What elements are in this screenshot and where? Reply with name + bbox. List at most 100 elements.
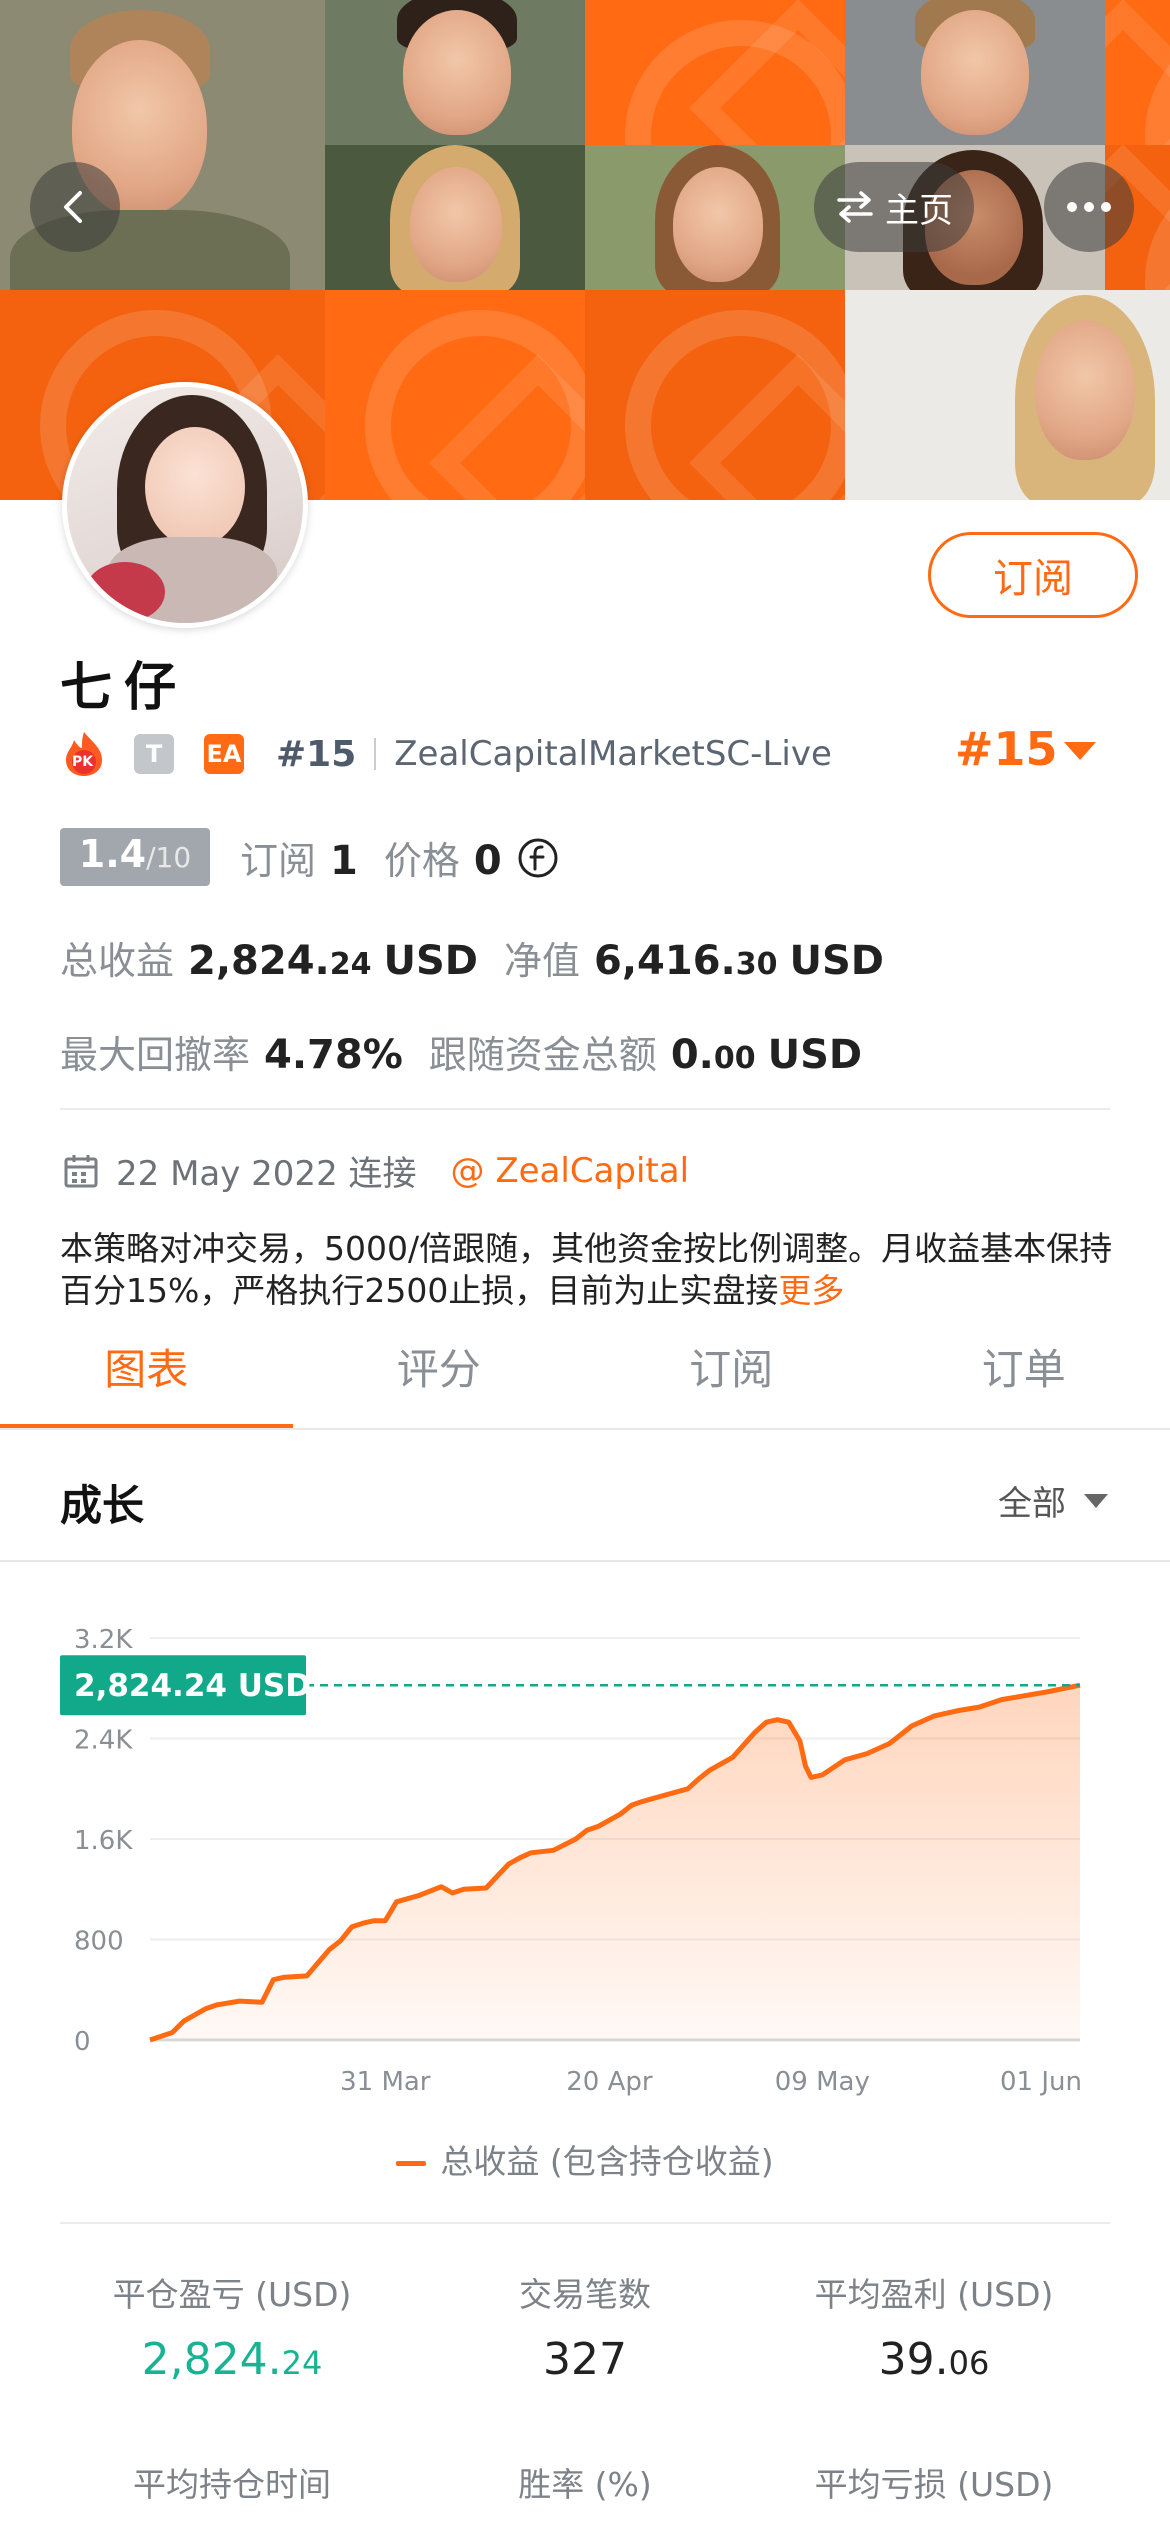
back-button[interactable]: [30, 162, 120, 252]
subscribers-count: 1: [330, 838, 358, 884]
banner-photo-woman-smiling: [845, 290, 1170, 500]
subscribe-button[interactable]: 订阅: [928, 532, 1138, 618]
growth-chart[interactable]: 0 800 1.6K 2.4K 3.2K 31 Mar 20 Apr 09 May 01 Ju…: [0, 1570, 1170, 2110]
provider-link[interactable]: @ ZealCapital: [451, 1151, 690, 1191]
risk-stats: 最大回撤率 4.78% 跟随资金总额 0. 00 USD: [60, 1024, 888, 1079]
metric-value: 2,824.24: [141, 2334, 323, 2385]
legend-label: 总收益 (包含持仓收益): [440, 2142, 774, 2181]
divider: [374, 738, 377, 770]
metric-label: 胜率 (%): [518, 2465, 652, 2504]
divider: [60, 1108, 1110, 1110]
more-button[interactable]: [1044, 162, 1134, 252]
avatar[interactable]: [62, 382, 308, 628]
metric-trade-count: 交易笔数 327: [415, 2268, 755, 2385]
y-tick-label: 3.2K: [74, 1625, 133, 1655]
divider: [60, 2222, 1110, 2224]
x-axis: 31 Mar 20 Apr 09 May 01 Jun: [340, 2067, 1082, 2097]
y-tick-label: 2.4K: [74, 1726, 133, 1756]
range-select-value: 全部: [998, 1484, 1066, 1524]
follow-funds-currency: USD: [767, 1032, 863, 1078]
badge-row: PK T EA #15 ZealCapitalMarketSC-Live: [62, 726, 832, 782]
banner-photo-woman-blonde: [325, 145, 585, 290]
ea-badge: EA: [204, 734, 244, 774]
equity-int: 6,416.: [594, 938, 736, 984]
metric-avg-hold-time: 平均持仓时间: [62, 2458, 402, 2506]
metric-label: 平仓盈亏 (USD): [112, 2275, 352, 2314]
server-name: ZealCapitalMarketSC-Live: [394, 734, 832, 774]
equity-label: 净值: [503, 939, 580, 983]
more-link[interactable]: 更多: [778, 1271, 844, 1310]
tab-chart[interactable]: 图表: [0, 1330, 293, 1430]
y-tick-label: 0: [74, 2027, 91, 2057]
metric-value: 327: [543, 2334, 627, 2385]
total-profit-int: 2,824.: [188, 938, 330, 984]
metric-closed-pnl: 平仓盈亏 (USD) 2,824.24: [62, 2268, 402, 2385]
join-row: 22 May 2022 连接 @ ZealCapital: [62, 1146, 689, 1195]
equity-dec: 30: [735, 947, 778, 982]
metric-label: 平均盈利 (USD): [814, 2275, 1054, 2314]
caret-down-icon[interactable]: [1064, 742, 1096, 760]
growth-section-header: 成长 全部: [0, 1430, 1170, 1562]
x-tick-label: 31 Mar: [340, 2067, 431, 2097]
follow-funds-label: 跟随资金总额: [428, 1033, 657, 1077]
tab-bar: 图表 评分 订阅 订单: [0, 1330, 1170, 1430]
follow-funds-int: 0.: [670, 1032, 714, 1078]
more-dots-icon: [1067, 202, 1111, 212]
tab-rating[interactable]: 评分: [293, 1330, 586, 1430]
total-profit-currency: USD: [383, 938, 478, 984]
metric-label: 交易笔数: [519, 2275, 651, 2314]
banner-photo-man-glasses: [0, 0, 325, 290]
section-title: 成长: [60, 1481, 145, 1530]
price-value: 0: [473, 838, 502, 884]
tab-orders[interactable]: 订单: [878, 1330, 1170, 1430]
range-select[interactable]: 全部: [998, 1476, 1108, 1525]
rank-small: #15: [276, 733, 357, 775]
max-drawdown-label: 最大回撤率: [60, 1033, 251, 1077]
metric-label: 平均持仓时间: [133, 2465, 331, 2504]
score-badge: 1.4 /10: [60, 828, 210, 886]
x-tick-label: 09 May: [775, 2067, 870, 2097]
pk-flame-icon: PK: [62, 730, 106, 778]
profit-stats: 总收益 2,824. 24 USD 净值 6,416. 30 USD: [60, 930, 910, 985]
metric-avg-loss: 平均亏损 (USD): [764, 2458, 1104, 2506]
y-tick-label: 1.6K: [74, 1826, 133, 1856]
home-label: 主页: [885, 190, 953, 231]
description-text: 本策略对冲交易，5000/倍跟随，其他资金按比例调整。月收益基本保持百分15%，…: [60, 1229, 1113, 1310]
price-label: 价格: [383, 839, 460, 883]
equity-currency: USD: [789, 938, 884, 984]
subscribers-label: 订阅: [240, 839, 317, 883]
home-button[interactable]: 主页: [814, 162, 974, 252]
total-profit-dec: 24: [329, 947, 372, 982]
banner-photo-man-smile: [325, 0, 585, 145]
strategy-description: 本策略对冲交易，5000/倍跟随，其他资金按比例调整。月收益基本保持百分15%，…: [60, 1228, 1120, 1312]
caret-down-icon: [1084, 1493, 1108, 1508]
coin-icon: [518, 838, 558, 877]
metric-label: 平均亏损 (USD): [814, 2465, 1054, 2504]
current-value-label: 2,824.24 USD: [60, 1655, 311, 1716]
legend-swatch: [396, 2161, 427, 2166]
pk-badge-label: PK: [72, 754, 94, 770]
current-value-text: 2,824.24 USD: [74, 1668, 311, 1704]
metric-win-rate: 胜率 (%): [415, 2458, 755, 2506]
metric-avg-profit: 平均盈利 (USD) 39.06: [764, 2268, 1104, 2385]
tab-subscribe[interactable]: 订阅: [585, 1330, 878, 1430]
banner-photo-woman-brunette: [585, 145, 845, 290]
trader-name: 七仔: [60, 658, 189, 718]
x-tick-label: 01 Jun: [1000, 2067, 1082, 2097]
total-profit-label: 总收益: [60, 939, 175, 983]
score-max: /10: [146, 841, 192, 874]
score-value: 1.4: [78, 832, 147, 876]
x-tick-label: 20 Apr: [566, 2067, 653, 2097]
follow-funds-dec: 00: [713, 1041, 756, 1076]
subscription-stats: 订阅 1 价格 0: [240, 830, 560, 885]
banner-photo-man-blond: [845, 0, 1105, 145]
y-tick-label: 800: [74, 1927, 124, 1957]
calendar-icon: [64, 1154, 98, 1187]
chart-legend: 总收益 (包含持仓收益): [0, 2135, 1170, 2183]
chevron-left-icon: [64, 191, 82, 223]
rank-large[interactable]: #15: [955, 722, 1058, 776]
join-date: 22 May 2022 连接: [116, 1154, 417, 1194]
max-drawdown-value: 4.78%: [264, 1032, 403, 1078]
swap-arrows-icon: [837, 191, 873, 223]
metric-value: 39.06: [878, 2334, 990, 2385]
